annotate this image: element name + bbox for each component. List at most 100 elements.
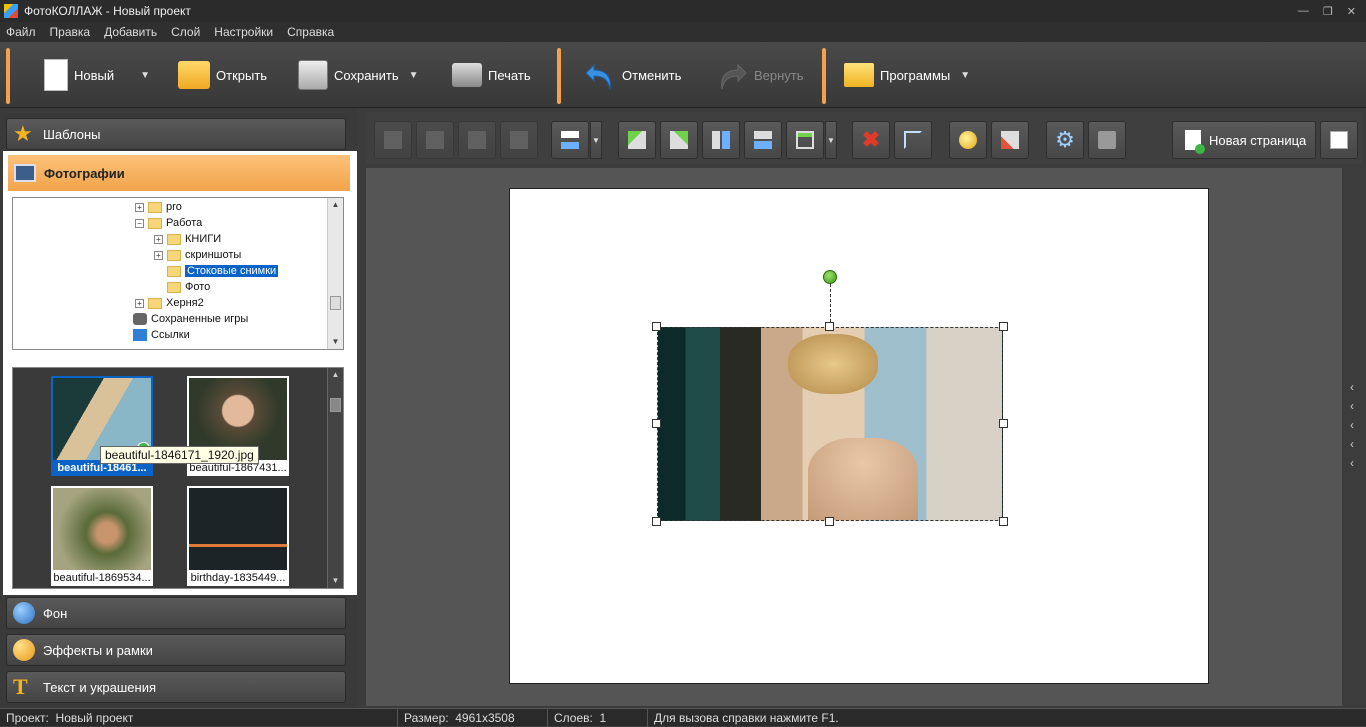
expand-icon[interactable]: +: [135, 298, 144, 308]
resize-handle-ne[interactable]: [999, 322, 1008, 331]
menu-add[interactable]: Добавить: [104, 25, 157, 39]
menu-layer[interactable]: Слой: [171, 25, 200, 39]
thumbnail-item[interactable]: beautiful-1869534...: [51, 486, 153, 587]
scroll-down-icon[interactable]: ▼: [328, 335, 343, 349]
chevron-left-icon[interactable]: ‹: [1350, 399, 1366, 413]
collage-page[interactable]: [509, 188, 1209, 684]
flip-vertical-button[interactable]: [744, 121, 782, 159]
expand-icon[interactable]: +: [154, 250, 163, 260]
brush-button[interactable]: [991, 121, 1029, 159]
resize-handle-s[interactable]: [825, 517, 834, 526]
align-icon: [561, 131, 579, 149]
scroll-down-icon[interactable]: ▼: [328, 574, 343, 588]
save-button[interactable]: Сохранить ▼: [298, 52, 419, 98]
delete-button[interactable]: ✖: [852, 121, 890, 159]
bring-forward-button[interactable]: [374, 121, 412, 159]
folder-open-icon: [178, 61, 210, 89]
tree-item[interactable]: + КНИГИ: [154, 231, 221, 247]
section-templates[interactable]: ★ Шаблоны: [6, 118, 346, 150]
section-text[interactable]: T Текст и украшения: [6, 671, 346, 703]
chevron-left-icon[interactable]: ‹: [1350, 456, 1366, 470]
minimize-icon[interactable]: —: [1298, 5, 1309, 17]
tree-item-selected[interactable]: Стоковые снимки: [167, 263, 279, 279]
open-button[interactable]: Открыть: [178, 52, 267, 98]
scroll-up-icon[interactable]: ▲: [328, 368, 343, 382]
tree-item[interactable]: Сохраненные игры: [133, 311, 248, 327]
toolbar-separator: [6, 48, 10, 104]
crop-button[interactable]: [894, 121, 932, 159]
chevron-left-icon[interactable]: ‹: [1350, 437, 1366, 451]
toolbar-separator: [822, 48, 826, 104]
floppy-disk-icon: [298, 60, 328, 90]
new-button[interactable]: Новый ▼: [44, 52, 150, 98]
canvas-area: [366, 168, 1342, 706]
menu-settings[interactable]: Настройки: [214, 25, 273, 39]
resize-handle-nw[interactable]: [652, 322, 661, 331]
programs-dropdown-icon[interactable]: ▼: [960, 70, 970, 81]
resize-handle-sw[interactable]: [652, 517, 661, 526]
align-button[interactable]: [551, 121, 589, 159]
programs-button[interactable]: Программы ▼: [844, 52, 970, 98]
resize-handle-se[interactable]: [999, 517, 1008, 526]
title-bar: ФотоКОЛЛАЖ - Новый проект — ❐ ✕: [0, 0, 1366, 22]
menu-file[interactable]: Файл: [6, 25, 36, 39]
thumbnail-scrollbar[interactable]: ▲ ▼: [327, 368, 343, 588]
section-photos[interactable]: Фотографии: [8, 155, 350, 191]
open-label: Открыть: [216, 67, 268, 83]
scroll-thumb[interactable]: [330, 296, 341, 310]
page-settings-button[interactable]: [1320, 121, 1358, 159]
tree-scrollbar[interactable]: ▲ ▼: [327, 198, 343, 349]
potion-icon: [959, 131, 977, 149]
rotation-handle[interactable]: [823, 270, 837, 284]
section-background[interactable]: Фон: [6, 597, 346, 629]
gear-icon: ⚙: [1055, 127, 1075, 152]
effects-button[interactable]: [949, 121, 987, 159]
resize-handle-n[interactable]: [825, 322, 834, 331]
tree-item[interactable]: + pro: [135, 199, 182, 215]
photo-hair-area: [788, 334, 878, 394]
flip-horizontal-button[interactable]: [702, 121, 740, 159]
thumbnail-item[interactable]: birthday-1835449...: [187, 486, 289, 587]
section-effects[interactable]: Эффекты и рамки: [6, 634, 346, 666]
status-bar: Проект: Новый проект Размер: 4961x3508 С…: [0, 708, 1366, 727]
send-backward-button[interactable]: [416, 121, 454, 159]
maximize-icon[interactable]: ❐: [1323, 5, 1333, 18]
scroll-thumb[interactable]: [330, 398, 341, 412]
expand-icon[interactable]: +: [154, 234, 163, 244]
text-label: Текст и украшения: [43, 679, 157, 695]
send-to-back-button[interactable]: [500, 121, 538, 159]
new-page-button[interactable]: Новая страница: [1172, 121, 1316, 159]
chevron-left-icon[interactable]: ‹: [1350, 418, 1366, 432]
tree-item[interactable]: Фото: [167, 279, 210, 295]
menu-edit[interactable]: Правка: [50, 25, 91, 39]
undo-button[interactable]: Отменить: [584, 52, 681, 98]
scroll-up-icon[interactable]: ▲: [328, 198, 343, 212]
selected-photo[interactable]: [657, 327, 1003, 521]
fit-dropdown-icon[interactable]: ▼: [825, 121, 837, 159]
settings-button[interactable]: ⚙: [1046, 121, 1084, 159]
redo-button[interactable]: Вернуть: [716, 52, 804, 98]
tree-item[interactable]: + Херня2: [135, 295, 204, 311]
expand-icon[interactable]: +: [135, 202, 144, 212]
close-icon[interactable]: ✕: [1347, 5, 1356, 18]
resize-handle-e[interactable]: [999, 419, 1008, 428]
resize-handle-w[interactable]: [652, 419, 661, 428]
chevron-left-icon[interactable]: ‹: [1350, 380, 1366, 394]
new-dropdown-icon[interactable]: ▼: [140, 70, 150, 81]
tree-item[interactable]: Ссылки: [133, 327, 190, 343]
tree-item[interactable]: + скриншоты: [154, 247, 241, 263]
lock-button[interactable]: [1088, 121, 1126, 159]
align-dropdown-icon[interactable]: ▼: [590, 121, 602, 159]
tree-item[interactable]: − Работа: [135, 215, 202, 231]
status-project-value: Новый проект: [55, 710, 134, 725]
save-dropdown-icon[interactable]: ▼: [409, 70, 419, 81]
collapse-icon[interactable]: −: [135, 218, 144, 228]
fit-button[interactable]: [786, 121, 824, 159]
rotate-right-button[interactable]: [660, 121, 698, 159]
bring-to-front-button[interactable]: [458, 121, 496, 159]
print-button[interactable]: Печать: [452, 52, 531, 98]
rotate-left-button[interactable]: [618, 121, 656, 159]
folder-tree[interactable]: + pro − Работа + КНИГИ + скриншоты Стоковые …: [12, 197, 344, 350]
menu-help[interactable]: Справка: [287, 25, 334, 39]
flip-horizontal-icon: [712, 131, 730, 149]
